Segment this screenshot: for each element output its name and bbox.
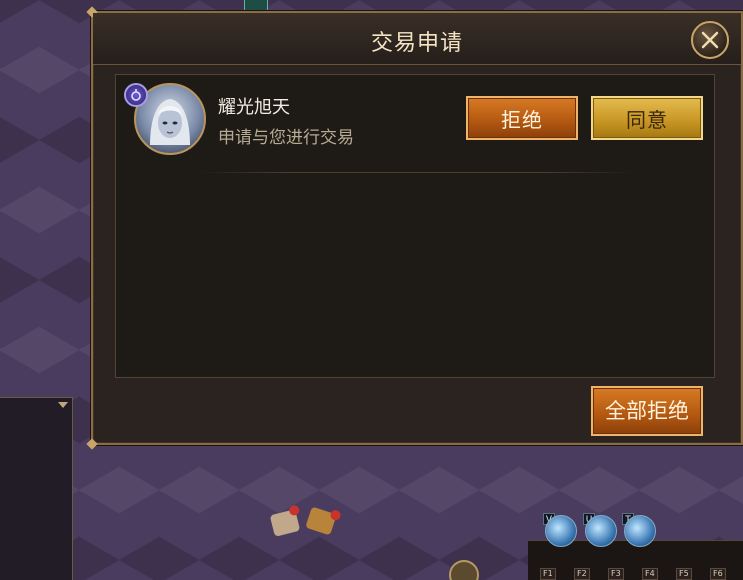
dialog-title-bar: 交易申请: [93, 13, 741, 65]
request-message: 申请与您进行交易: [218, 128, 354, 148]
ground-item-icon[interactable]: [305, 506, 342, 536]
hud-orb-icon: [449, 560, 479, 580]
function-key-f5[interactable]: F5: [676, 568, 692, 580]
close-button[interactable]: [691, 21, 729, 59]
corner-ornament: [86, 438, 98, 450]
close-icon: [701, 31, 719, 49]
function-key-f2[interactable]: F2: [574, 568, 590, 580]
collapse-arrow-icon[interactable]: [58, 402, 68, 408]
list-item: 耀光旭天 申请与您进行交易 拒绝 同意: [116, 75, 716, 173]
function-key-f1[interactable]: F1: [540, 568, 556, 580]
agree-button[interactable]: 同意: [591, 96, 703, 140]
ground-item-icon[interactable]: [269, 504, 301, 537]
trade-request-dialog: 交易申请 耀光旭天 申请与您进行交易 拒绝 同意 全部拒绝: [86, 6, 743, 450]
function-key-f6[interactable]: F6: [710, 568, 726, 580]
function-key-f3[interactable]: F3: [608, 568, 624, 580]
player-name: 耀光旭天: [218, 97, 290, 118]
refuse-all-button[interactable]: 全部拒绝: [591, 386, 703, 436]
row-divider: [196, 172, 636, 173]
skill-slot-icon[interactable]: [624, 515, 656, 547]
dialog-title: 交易申请: [370, 31, 463, 56]
skill-slot-icon[interactable]: [545, 515, 577, 547]
class-badge-icon: [124, 83, 148, 107]
function-key-f4[interactable]: F4: [642, 568, 658, 580]
skill-slot-icon[interactable]: [585, 515, 617, 547]
refuse-button[interactable]: 拒绝: [466, 96, 578, 140]
request-list: 耀光旭天 申请与您进行交易 拒绝 同意: [115, 74, 715, 378]
side-panel: [0, 397, 73, 580]
